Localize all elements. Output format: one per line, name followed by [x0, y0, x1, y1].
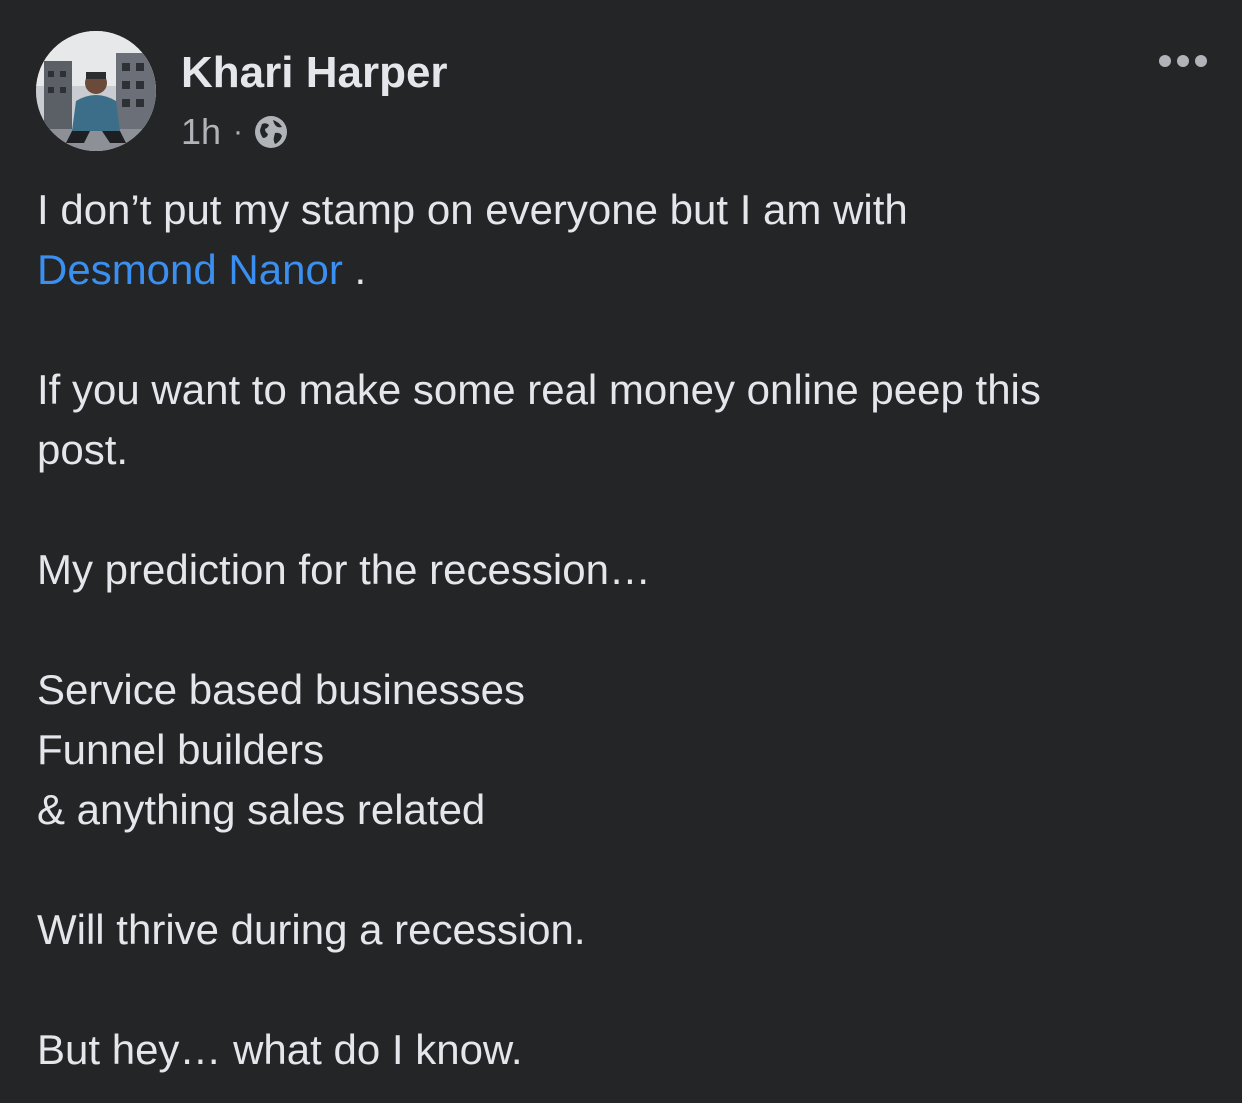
list-item: & anything sales related: [37, 786, 486, 833]
profile-photo-icon: [36, 31, 156, 151]
more-options-dot: [1195, 55, 1207, 67]
meta-separator: ·: [233, 115, 244, 148]
post-line-mention: Desmond Nanor .: [37, 240, 1217, 300]
list-item: Funnel builders: [37, 726, 325, 773]
mention-suffix: .: [342, 246, 367, 293]
facebook-post: Khari Harper 1h · I don’t put my stamp o…: [0, 0, 1242, 1103]
post-body: I don’t put my stamp on everyone but I a…: [37, 180, 1217, 1080]
list-item: Service based businesses: [37, 666, 525, 713]
more-options-dot: [1177, 55, 1189, 67]
post-line: My prediction for the recession…: [37, 546, 651, 593]
post-line: If you want to make some real money onli…: [37, 366, 1041, 413]
author-avatar[interactable]: [36, 31, 156, 151]
post-line: But hey… what do I know.: [37, 1026, 523, 1073]
globe-icon[interactable]: [253, 114, 289, 150]
post-line: post.: [37, 426, 129, 473]
more-options-icon: [1159, 55, 1171, 67]
post-line: I don’t put my stamp on everyone but I a…: [37, 186, 908, 233]
more-options-button[interactable]: [1152, 44, 1214, 78]
post-timestamp[interactable]: 1h: [181, 111, 221, 153]
mention-link[interactable]: Desmond Nanor: [37, 246, 343, 293]
author-name[interactable]: Khari Harper: [181, 46, 448, 100]
post-meta: 1h ·: [181, 110, 289, 154]
post-line: Will thrive during a recession.: [37, 906, 586, 953]
